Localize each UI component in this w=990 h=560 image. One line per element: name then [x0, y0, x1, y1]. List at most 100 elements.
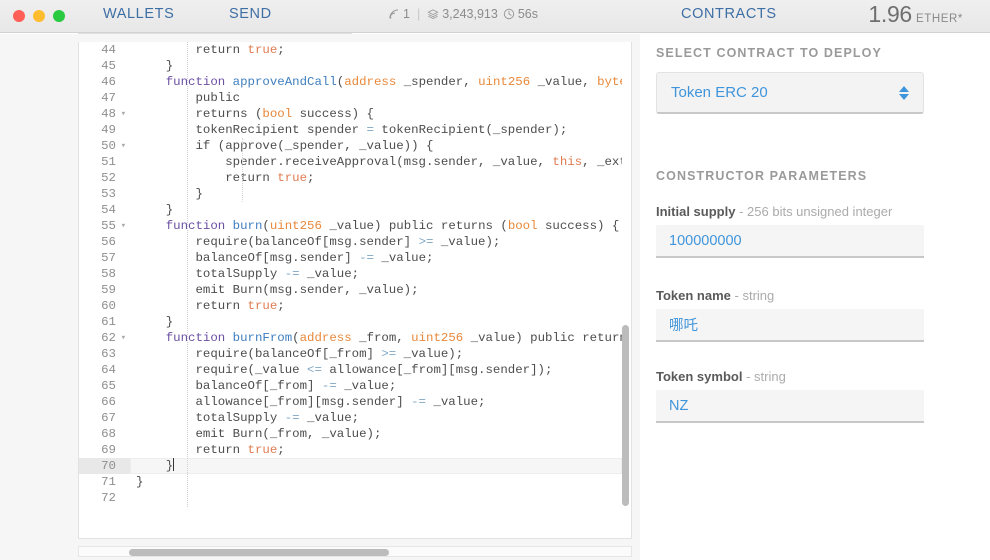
- code-token: allowance[_from][msg.sender]);: [321, 363, 553, 377]
- code-token: >=: [418, 235, 434, 249]
- code-line[interactable]: require(_value <= allowance[_from][msg.s…: [130, 362, 622, 378]
- code-content[interactable]: return true; } function approveAndCall(a…: [130, 42, 622, 538]
- code-line[interactable]: }: [130, 186, 622, 202]
- code-token: totalSupply: [136, 411, 285, 425]
- peer-count-value: 1: [403, 7, 410, 21]
- code-line[interactable]: }: [130, 202, 622, 218]
- field-token-symbol-name: Token symbol: [656, 369, 743, 384]
- maximize-button[interactable]: [53, 10, 65, 22]
- nav-contracts[interactable]: CONTRACTS: [681, 6, 777, 22]
- indent-guide-secondary: [242, 138, 243, 202]
- code-line[interactable]: totalSupply -= _value;: [130, 266, 622, 282]
- code-line[interactable]: balanceOf[_from] -= _value;: [130, 378, 622, 394]
- line-number: 50 ▾: [101, 138, 126, 154]
- code-line[interactable]: }: [130, 474, 622, 490]
- token-symbol-input[interactable]: [656, 390, 924, 423]
- code-line[interactable]: [130, 490, 622, 506]
- nav-send[interactable]: SEND: [229, 6, 272, 22]
- signal-icon: [388, 8, 400, 20]
- constructor-parameters-heading: CONSTRUCTOR PARAMETERS: [656, 169, 868, 183]
- code-line[interactable]: if (approve(_spender, _value)) {: [130, 138, 622, 154]
- code-line[interactable]: spender.receiveApproval(msg.sender, _val…: [130, 154, 622, 170]
- block-number: 3,243,913: [427, 7, 498, 21]
- line-number: 58: [101, 267, 116, 281]
- field-initial-supply-caption: Initial supply - 256 bits unsigned integ…: [656, 204, 924, 219]
- code-token: _value;: [336, 379, 397, 393]
- code-token: }: [136, 59, 174, 73]
- field-token-name-type: - string: [734, 288, 775, 303]
- line-number: 55 ▾: [101, 218, 126, 234]
- code-token: <=: [307, 363, 322, 377]
- field-initial-supply: Initial supply - 256 bits unsigned integ…: [656, 204, 924, 258]
- code-token: emit Burn(msg.sender, _value);: [136, 283, 419, 297]
- deploy-contract-panel: SELECT CONTRACT TO DEPLOY Token ERC 20 C…: [640, 34, 990, 560]
- close-button[interactable]: [13, 10, 25, 22]
- code-token: _value);: [433, 235, 501, 249]
- code-line[interactable]: public: [130, 90, 622, 106]
- code-line[interactable]: require(balanceOf[_from] >= _value);: [130, 346, 622, 362]
- code-line[interactable]: returns (bool success) {: [130, 106, 622, 122]
- code-editor-panel[interactable]: 44 45 46 47 48 ▾ 49 50 ▾ 51 52 53 54 55 ▾ 56 57 58 59 60 61 6…: [78, 42, 632, 539]
- code-token: this: [552, 155, 583, 169]
- code-token: >=: [381, 347, 397, 361]
- horizontal-scrollbar-thumb[interactable]: [129, 549, 389, 556]
- status-separator: |: [416, 7, 421, 21]
- code-token: balanceOf[_from]: [136, 379, 322, 393]
- code-token: require(balanceOf[_from]: [136, 347, 382, 361]
- code-line[interactable]: return true;: [130, 42, 622, 58]
- code-line[interactable]: totalSupply -= _value;: [130, 410, 622, 426]
- horizontal-scrollbar-track[interactable]: [78, 546, 632, 557]
- code-token: _value) public returns (: [321, 219, 508, 233]
- code-token: ;: [307, 171, 315, 185]
- code-line[interactable]: }: [130, 58, 622, 74]
- ether-balance-value: 1.96: [868, 1, 912, 27]
- code-line[interactable]: function burn(uint256 _value) public ret…: [130, 218, 622, 234]
- line-number: 66: [101, 395, 116, 409]
- code-line[interactable]: function burnFrom(address _from, uint256…: [130, 330, 622, 346]
- code-token: ;: [277, 443, 285, 457]
- code-token: success) {: [292, 107, 374, 121]
- minimize-button[interactable]: [33, 10, 45, 22]
- token-name-input[interactable]: [656, 309, 924, 342]
- contract-select[interactable]: Token ERC 20: [656, 72, 924, 114]
- code-token: address: [344, 75, 397, 89]
- code-token: bool: [262, 107, 293, 121]
- code-token: _value) public returns (: [470, 331, 622, 345]
- fold-arrow-icon[interactable]: ▾: [121, 330, 126, 346]
- code-token: spender.receiveApproval(msg.sender, _val…: [136, 155, 553, 169]
- code-token: require(balanceOf[msg.sender]: [136, 235, 419, 249]
- code-line[interactable]: }: [130, 314, 622, 330]
- vertical-scrollbar[interactable]: [622, 325, 629, 506]
- code-token: return: [136, 171, 278, 185]
- contract-select-value: Token ERC 20: [671, 84, 768, 101]
- code-line[interactable]: balanceOf[msg.sender] -= _value;: [130, 250, 622, 266]
- code-line[interactable]: }: [130, 458, 622, 474]
- code-token: _value,: [530, 75, 598, 89]
- code-token: tokenRecipient(_spender);: [373, 123, 568, 137]
- code-token: _value;: [299, 411, 360, 425]
- code-line[interactable]: function approveAndCall(address _spender…: [130, 74, 622, 90]
- code-line[interactable]: emit Burn(msg.sender, _value);: [130, 282, 622, 298]
- code-token: ;: [277, 43, 285, 57]
- initial-supply-input[interactable]: [656, 225, 924, 258]
- code-line[interactable]: emit Burn(_from, _value);: [130, 426, 622, 442]
- fold-arrow-icon[interactable]: ▾: [121, 138, 126, 154]
- nav-wallets[interactable]: WALLETS: [103, 6, 174, 22]
- fold-arrow-icon[interactable]: ▾: [121, 218, 126, 234]
- code-line[interactable]: allowance[_from][msg.sender] -= _value;: [130, 394, 622, 410]
- code-line[interactable]: return true;: [130, 442, 622, 458]
- code-token: }: [136, 315, 174, 329]
- code-line[interactable]: return true;: [130, 298, 622, 314]
- line-number: 51: [101, 155, 116, 169]
- code-line[interactable]: require(balanceOf[msg.sender] >= _value)…: [130, 234, 622, 250]
- line-number: 57: [101, 251, 116, 265]
- code-token: true: [247, 443, 278, 457]
- code-line[interactable]: tokenRecipient spender = tokenRecipient(…: [130, 122, 622, 138]
- fold-arrow-icon[interactable]: ▾: [121, 106, 126, 122]
- code-line[interactable]: return true;: [130, 170, 622, 186]
- line-number: 52: [101, 171, 116, 185]
- code-token: totalSupply: [136, 267, 285, 281]
- code-token: -=: [321, 379, 337, 393]
- code-token: uint256: [269, 219, 322, 233]
